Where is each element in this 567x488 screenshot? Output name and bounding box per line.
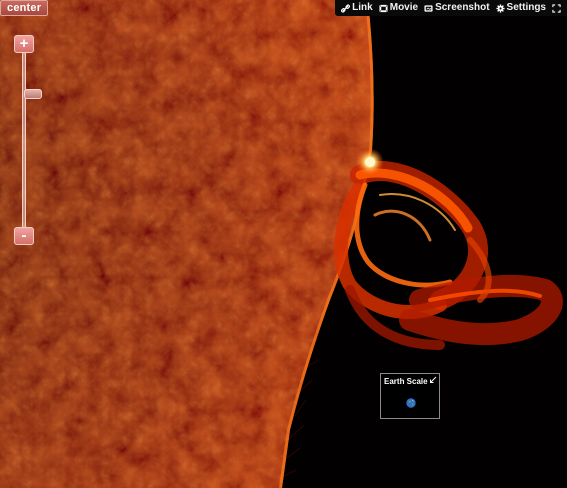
earth-scale-title: Earth Scale bbox=[384, 377, 428, 386]
top-bar: center Link Movie Screenshot Settings bbox=[0, 0, 567, 16]
settings-button[interactable]: Settings bbox=[495, 1, 546, 15]
link-label: Link bbox=[352, 2, 373, 13]
center-button[interactable]: center bbox=[0, 0, 49, 16]
sun-image[interactable] bbox=[0, 0, 567, 488]
camera-icon bbox=[424, 4, 433, 12]
link-button[interactable]: Link bbox=[341, 1, 373, 15]
zoom-control: + - bbox=[14, 35, 42, 247]
screenshot-label: Screenshot bbox=[435, 2, 490, 13]
fullscreen-icon bbox=[552, 3, 561, 13]
earth-globe-icon bbox=[406, 398, 416, 408]
solar-image-viewport[interactable]: center Link Movie Screenshot Settings + … bbox=[0, 0, 567, 488]
movie-button[interactable]: Movie bbox=[379, 1, 418, 15]
zoom-in-button[interactable]: + bbox=[14, 35, 34, 53]
earth-scale-panel[interactable]: Earth Scale bbox=[380, 373, 440, 419]
zoom-out-button[interactable]: - bbox=[14, 227, 34, 245]
movie-label: Movie bbox=[389, 2, 419, 13]
toolbar: Link Movie Screenshot Settings bbox=[335, 0, 567, 16]
movie-icon bbox=[379, 4, 388, 12]
zoom-slider-track[interactable] bbox=[22, 53, 42, 227]
gear-icon bbox=[495, 3, 505, 13]
settings-label: Settings bbox=[506, 2, 546, 13]
link-icon bbox=[341, 3, 351, 13]
zoom-slider-handle[interactable] bbox=[24, 89, 42, 99]
collapse-arrow-icon[interactable] bbox=[429, 376, 437, 384]
screenshot-button[interactable]: Screenshot bbox=[424, 1, 490, 15]
fullscreen-button[interactable] bbox=[552, 3, 563, 13]
